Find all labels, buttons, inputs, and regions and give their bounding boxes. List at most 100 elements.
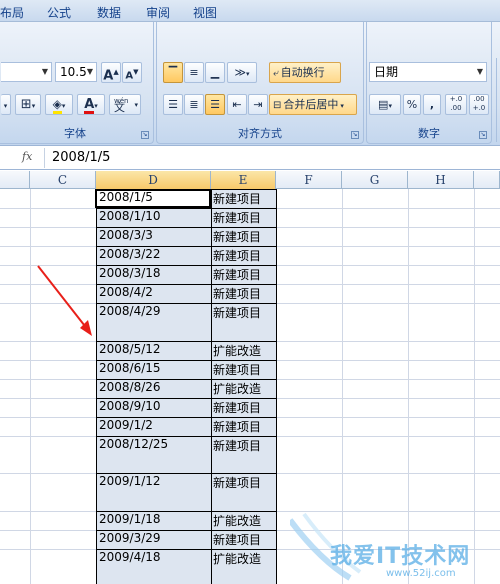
tab-page-layout[interactable]: 布局 (0, 4, 24, 21)
align-top-button[interactable]: ▔ (163, 62, 183, 83)
cell-date[interactable]: 2008/3/18 (97, 266, 210, 284)
cell-type[interactable]: 新建项目 (212, 285, 275, 303)
increase-indent-button[interactable]: ⇥ (248, 94, 268, 115)
column-header-i[interactable] (474, 171, 500, 189)
cell-type[interactable]: 新建项目 (212, 418, 275, 436)
align-right-icon: ☰ (210, 98, 220, 111)
alignment-group-label: 对齐方式 (238, 127, 282, 140)
column-header-h[interactable]: H (408, 171, 474, 189)
comma-style-button[interactable]: , (423, 94, 441, 115)
merge-center-button[interactable]: ⊟ 合并后居中 ▾ (269, 94, 357, 115)
cell-date[interactable]: 2009/3/29 (97, 531, 210, 549)
cell-date[interactable]: 2009/1/18 (97, 512, 210, 530)
cell-border (276, 189, 277, 584)
align-left-button[interactable]: ☰ (163, 94, 183, 115)
grid-line (0, 227, 96, 228)
align-middle-button[interactable]: ≡ (184, 62, 204, 83)
cell-date[interactable]: 2008/4/2 (97, 285, 210, 303)
tab-formulas[interactable]: 公式 (47, 4, 71, 21)
cell-type[interactable]: 扩能改造 (212, 550, 275, 584)
grid-line (0, 341, 96, 342)
cell-type[interactable]: 新建项目 (212, 247, 275, 265)
dialog-launcher-icon[interactable]: ↘ (351, 131, 359, 139)
cell-type[interactable]: 新建项目 (212, 361, 275, 379)
percent-button[interactable]: % (403, 94, 421, 115)
cell-type[interactable]: 新建项目 (212, 531, 275, 549)
grid-line (277, 341, 500, 342)
shrink-font-button[interactable]: A▼ (122, 62, 142, 83)
column-header-f[interactable]: F (276, 171, 342, 189)
accounting-format-button[interactable]: ▤▾ (369, 94, 401, 115)
cell-type[interactable]: 新建项目 (212, 474, 275, 511)
cell-type[interactable]: 新建项目 (212, 304, 275, 341)
grid-line (0, 208, 96, 209)
align-bottom-button[interactable]: ▁ (205, 62, 225, 83)
borders-button[interactable]: ⊞▾ (15, 94, 41, 115)
phonetic-guide-button[interactable]: wén 文 ▾ (109, 94, 141, 115)
font-size-combo[interactable]: 10.5 ▼ (55, 62, 97, 82)
number-group-label: 数字 (418, 127, 440, 140)
cell-date[interactable]: 2008/1/10 (97, 209, 210, 227)
dialog-launcher-icon[interactable]: ↘ (141, 131, 149, 139)
wrap-text-button[interactable]: ⤶ 自动换行 (269, 62, 341, 83)
insert-function-button[interactable]: fx (22, 150, 32, 163)
cell-type[interactable]: 新建项目 (212, 437, 275, 473)
decrease-indent-icon: ⇤ (232, 98, 242, 111)
cell-date[interactable]: 2008/12/25 (97, 437, 210, 473)
wrap-text-icon: ⤶ (273, 68, 279, 79)
grow-font-button[interactable]: A▲ (101, 62, 121, 83)
dropdown-arrow-icon: ▾ (3, 102, 8, 110)
borders-icon: ⊞ (20, 97, 32, 112)
decrease-indent-button[interactable]: ⇤ (227, 94, 247, 115)
cell-date[interactable]: 2008/1/5 (97, 190, 210, 208)
align-middle-icon: ≡ (189, 66, 199, 79)
orientation-button[interactable]: ≫▾ (227, 62, 257, 83)
cell-date[interactable]: 2008/8/26 (97, 380, 210, 398)
number-format-combo[interactable]: 日期 ▼ (369, 62, 487, 82)
cell-type[interactable]: 新建项目 (212, 190, 275, 208)
column-header-d[interactable]: D (96, 171, 211, 189)
font-color-button[interactable]: A▾ (77, 94, 105, 115)
column-header-c[interactable]: C (30, 171, 96, 189)
ribbon-separator (496, 58, 497, 142)
ribbon: ▼ 10.5 ▼ A▲ A▼ ▾ ⊞▾ ◈▾ A▾ wén 文 ▾ 字体 ↘ ▔… (0, 22, 500, 146)
dialog-launcher-icon[interactable]: ↘ (479, 131, 487, 139)
formula-input[interactable]: 2008/1/5 (52, 150, 110, 165)
cell-date[interactable]: 2008/5/12 (97, 342, 210, 360)
cell-type[interactable]: 新建项目 (212, 228, 275, 246)
align-top-icon: ▔ (168, 66, 178, 79)
align-center-icon: ≣ (189, 98, 199, 111)
cell-date[interactable]: 2008/3/3 (97, 228, 210, 246)
fill-color-button[interactable]: ◈▾ (45, 94, 73, 115)
merge-cells-icon: ⊟ (273, 100, 282, 111)
cell-type[interactable]: 新建项目 (212, 399, 275, 417)
underline-button[interactable]: ▾ (1, 94, 11, 115)
cell-type[interactable]: 扩能改造 (212, 380, 275, 398)
cell-date[interactable]: 2008/6/15 (97, 361, 210, 379)
tab-review[interactable]: 审阅 (146, 4, 170, 21)
column-header-g[interactable]: G (342, 171, 408, 189)
cell-type[interactable]: 新建项目 (212, 266, 275, 284)
cell-type[interactable]: 扩能改造 (212, 512, 275, 530)
decrease-decimal-button[interactable]: .00 +.0 (469, 94, 489, 115)
cell-type[interactable]: 扩能改造 (212, 342, 275, 360)
font-name-combo[interactable]: ▼ (1, 62, 52, 82)
cell-date[interactable]: 2008/4/29 (97, 304, 210, 341)
align-center-button[interactable]: ≣ (184, 94, 204, 115)
tab-view[interactable]: 视图 (193, 4, 217, 21)
increase-decimal-button[interactable]: +.0 .00 (445, 94, 467, 115)
grid-line (277, 417, 500, 418)
cell-date[interactable]: 2009/1/12 (97, 474, 210, 511)
cell-date[interactable]: 2008/3/22 (97, 247, 210, 265)
grid-line (277, 436, 500, 437)
cell-date[interactable]: 2008/9/10 (97, 399, 210, 417)
cell-date[interactable]: 2009/1/2 (97, 418, 210, 436)
alignment-group: ▔ ≡ ▁ ≫▾ ⤶ 自动换行 ☰ ≣ ☰ ⇤ ⇥ ⊟ 合并后居中 ▾ 对齐方式… (156, 22, 364, 144)
chevron-down-icon: ▼ (476, 67, 483, 76)
column-header-e[interactable]: E (211, 171, 276, 189)
cell-date[interactable]: 2009/4/18 (97, 550, 210, 584)
tab-data[interactable]: 数据 (97, 4, 121, 21)
cell-type[interactable]: 新建项目 (212, 209, 275, 227)
grid-line (0, 379, 96, 380)
align-right-button[interactable]: ☰ (205, 94, 225, 115)
